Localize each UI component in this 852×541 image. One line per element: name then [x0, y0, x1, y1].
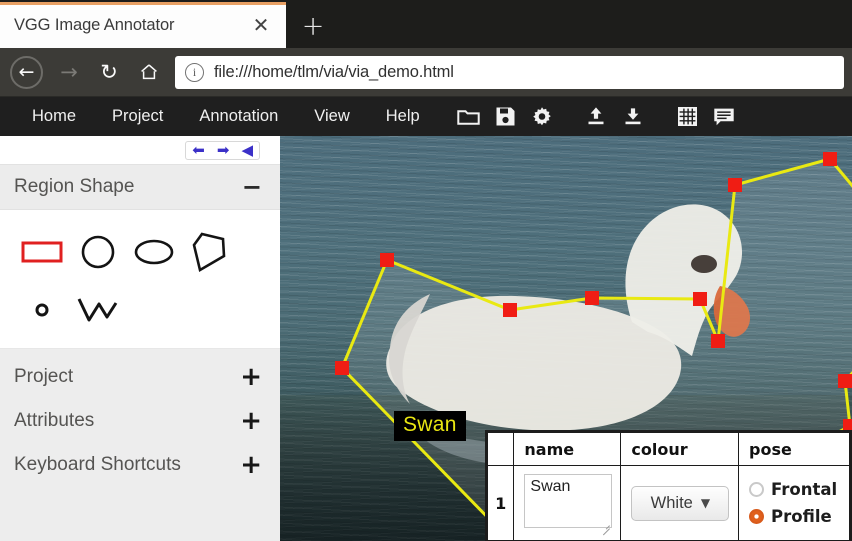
menu-item-help[interactable]: Help: [368, 107, 438, 126]
radio-profile-icon[interactable]: [749, 509, 765, 524]
colour-select[interactable]: White ▼: [631, 485, 730, 521]
radio-frontal-label: Frontal: [771, 480, 838, 499]
toolbar-icons: [450, 105, 743, 128]
browser-chrome: VGG Image Annotator ✕ + ← → ↻ i file:///…: [0, 0, 852, 97]
region-shape-panel: [0, 210, 280, 349]
circle-shape-icon[interactable]: [70, 226, 126, 278]
radio-frontal-icon[interactable]: [749, 482, 765, 497]
column-header-index: [486, 432, 515, 466]
collapse-minus-icon[interactable]: −: [242, 175, 262, 199]
pose-option-profile[interactable]: Profile: [749, 505, 841, 529]
sidebar-item-project[interactable]: Project +: [0, 355, 280, 399]
download-icon[interactable]: [622, 105, 645, 128]
back-icon[interactable]: ←: [10, 55, 43, 89]
sidebar-item-attributes[interactable]: Attributes +: [0, 399, 280, 443]
colour-select-value: White: [650, 493, 693, 512]
upload-icon[interactable]: [585, 105, 608, 128]
column-header-name: name: [513, 432, 622, 466]
pose-cell: Frontal Profile: [738, 465, 850, 541]
new-tab-icon[interactable]: +: [286, 4, 340, 48]
floppy-save-icon[interactable]: [494, 105, 517, 128]
expand-plus-icon[interactable]: +: [240, 408, 262, 434]
chevron-down-icon: ▼: [700, 496, 711, 510]
image-nav-arrows: ⬅ ➡ ◀: [185, 140, 260, 160]
region-shape-row-2: [0, 284, 280, 336]
grid-icon[interactable]: [676, 105, 699, 128]
region-shape-row-1: [0, 226, 280, 278]
ellipse-shape-icon[interactable]: [126, 226, 182, 278]
point-shape-icon[interactable]: [14, 284, 70, 336]
menu-item-annotation[interactable]: Annotation: [181, 107, 296, 126]
sidebar-collapsed-sections: Project + Attributes + Keyboard Shortcut…: [0, 349, 280, 497]
navigation-bar: ← → ↻ i file:///home/tlm/via/via_demo.ht…: [0, 48, 852, 97]
expand-plus-icon[interactable]: +: [240, 452, 262, 478]
sidebar-filler: [0, 497, 280, 541]
home-icon[interactable]: [129, 52, 169, 92]
via-main-body: ⬅ ➡ ◀ Region Shape − Project + Attribute…: [0, 136, 852, 541]
via-menu-bar: Home Project Annotation View Help: [0, 97, 852, 136]
sidebar-item-project-label: Project: [14, 366, 74, 387]
column-header-pose: pose: [738, 432, 850, 466]
annotation-table: name colour pose 1 Swan White ▼ Frontal …: [485, 430, 852, 541]
menu-item-project[interactable]: Project: [94, 107, 181, 126]
url-text: file:///home/tlm/via/via_demo.html: [214, 62, 454, 81]
browser-window: VGG Image Annotator ✕ + ← → ↻ i file:///…: [0, 0, 852, 541]
region-shape-header[interactable]: Region Shape −: [0, 164, 280, 210]
column-header-colour: colour: [620, 432, 740, 466]
forward-icon[interactable]: →: [49, 52, 89, 92]
region-shape-title: Region Shape: [14, 176, 135, 197]
menu-item-home[interactable]: Home: [14, 107, 94, 126]
table-row: 1 White ▼: [486, 465, 850, 541]
polygon-shape-icon[interactable]: [182, 226, 238, 278]
radio-profile-label: Profile: [771, 507, 832, 526]
browser-tab-active[interactable]: VGG Image Annotator ✕: [0, 2, 286, 48]
name-cell: [513, 465, 622, 541]
prev-image-icon[interactable]: ⬅: [192, 142, 205, 158]
left-sidebar: ⬅ ➡ ◀ Region Shape − Project + Attribute…: [0, 136, 280, 541]
address-bar[interactable]: i file:///home/tlm/via/via_demo.html: [175, 55, 844, 89]
polyline-shape-icon[interactable]: [70, 284, 126, 336]
sidebar-item-attributes-label: Attributes: [14, 410, 95, 431]
image-canvas[interactable]: Swan name colour pose 1 Swan White ▼ Fro…: [280, 136, 852, 541]
colour-cell: White ▼: [620, 465, 740, 541]
region-label-badge: Swan: [394, 411, 466, 441]
tab-strip: VGG Image Annotator ✕ +: [0, 0, 852, 48]
expand-plus-icon[interactable]: +: [240, 364, 262, 390]
rect-shape-icon[interactable]: [14, 226, 70, 278]
close-icon[interactable]: ✕: [248, 12, 274, 38]
comment-list-icon[interactable]: [713, 105, 736, 128]
menu-item-view[interactable]: View: [296, 107, 367, 126]
play-back-triangle-icon[interactable]: ◀: [241, 142, 253, 158]
image-nav-row: ⬅ ➡ ◀: [0, 136, 280, 164]
sidebar-item-keyboard-shortcuts[interactable]: Keyboard Shortcuts +: [0, 443, 280, 487]
gear-settings-icon[interactable]: [531, 105, 554, 128]
name-field-wrapper: [524, 474, 613, 532]
pose-option-frontal[interactable]: Frontal: [749, 478, 841, 502]
region-label-text: Swan: [403, 413, 457, 436]
info-icon[interactable]: i: [185, 62, 204, 82]
folder-open-icon[interactable]: [456, 105, 480, 128]
reload-icon[interactable]: ↻: [89, 52, 129, 92]
next-image-icon[interactable]: ➡: [217, 142, 230, 158]
name-input[interactable]: [524, 474, 613, 528]
table-header-row: name colour pose: [486, 432, 850, 466]
row-index: 1: [486, 465, 515, 541]
tab-title: VGG Image Annotator: [14, 15, 175, 34]
sidebar-item-keyboard-shortcuts-label: Keyboard Shortcuts: [14, 454, 181, 475]
